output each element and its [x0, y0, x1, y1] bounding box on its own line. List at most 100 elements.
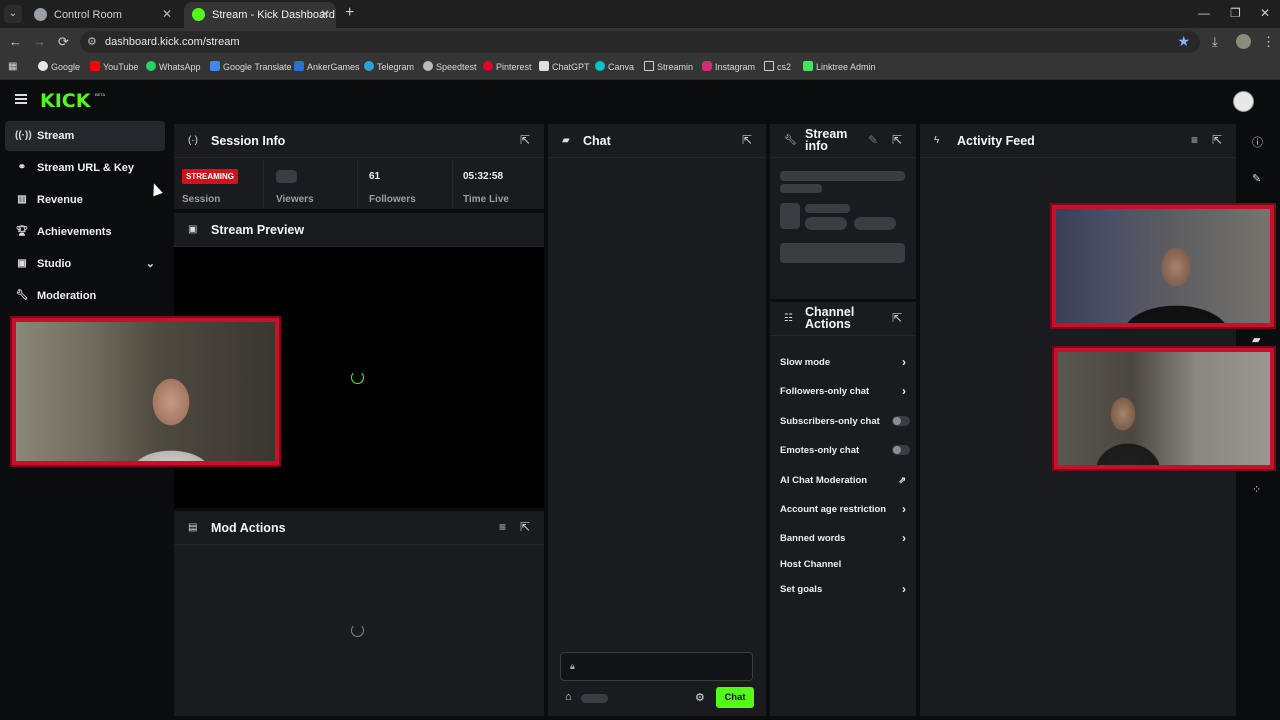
bookmark-chatgpt[interactable]: ChatGPT: [539, 61, 590, 72]
panel-title: Chat: [583, 134, 611, 148]
emotes-only-toggle[interactable]: [892, 445, 910, 455]
bookmark-star-icon[interactable]: ★: [1177, 33, 1190, 50]
address-bar[interactable]: ⚙ dashboard.kick.com/stream ★: [80, 31, 1200, 53]
chevron-right-icon: ›: [902, 355, 906, 369]
video-icon: ▣: [188, 224, 198, 235]
webcam-overlay-bottom-right: [1054, 348, 1274, 469]
chat-bubble-icon[interactable]: ▰: [1252, 333, 1260, 346]
new-tab-icon[interactable]: +: [345, 4, 354, 22]
sidebar-item-achievements[interactable]: 🏆︎ Achievements: [5, 217, 165, 247]
expand-icon[interactable]: ⇱: [520, 520, 530, 534]
panel-title: Stream info: [805, 127, 848, 153]
minimize-icon[interactable]: —: [1198, 6, 1210, 20]
bookmark-youtube[interactable]: YouTube: [90, 61, 138, 72]
stat-followers: 61 Followers: [361, 159, 453, 209]
expand-icon[interactable]: ⇱: [1212, 133, 1222, 147]
bookmark-google-translate[interactable]: Google Translate: [210, 61, 292, 72]
bookmark-speedtest[interactable]: Speedtest: [423, 61, 477, 72]
folder-icon: [764, 61, 774, 71]
stat-value: 05:32:58: [463, 171, 504, 182]
sidebar-item-label: Achievements: [37, 226, 112, 238]
edit-pencil-icon[interactable]: ✎: [1252, 172, 1261, 185]
channel-action-set-goals[interactable]: Set goals ›: [780, 582, 906, 596]
filter-icon[interactable]: ≡: [1191, 133, 1198, 147]
sidebar-item-stream[interactable]: ((·)) Stream: [5, 121, 165, 151]
sidebar-item-studio[interactable]: ▣ Studio ⌄: [5, 249, 165, 279]
loading-spinner-icon: [351, 371, 364, 384]
channel-action-ai-moderation[interactable]: AI Chat Moderation ⇗: [780, 475, 906, 486]
chat-settings-gear-icon[interactable]: ⚙: [695, 691, 705, 704]
close-tab-icon[interactable]: ✕: [320, 7, 330, 21]
info-icon[interactable]: ⓘ: [1252, 134, 1263, 150]
download-icon[interactable]: ⤓: [1212, 34, 1218, 50]
bookmark-linktree-admin[interactable]: Linktree Admin: [803, 61, 876, 72]
bookmark-folder-cs2[interactable]: cs2: [764, 61, 791, 72]
panel-title: Session Info: [211, 134, 286, 148]
lock-icon: 🔒︎: [570, 661, 575, 671]
channel-action-host-channel[interactable]: Host Channel: [780, 559, 906, 570]
panel-header: 🔧︎ Stream info ✎ ⇱: [770, 124, 916, 158]
bookmark-telegram[interactable]: Telegram: [364, 61, 414, 72]
sidebar-item-stream-url-key[interactable]: ⚭ Stream URL & Key: [5, 153, 165, 183]
sidebar-item-revenue[interactable]: ▥ Revenue: [5, 185, 165, 215]
user-avatar[interactable]: [1233, 91, 1254, 112]
channel-actions-panel: ☷ Channel Actions ⇱ Slow mode › Follower…: [770, 302, 916, 716]
forward-icon[interactable]: →: [33, 34, 46, 49]
reload-icon[interactable]: ⟳: [58, 34, 69, 50]
bookmark-folder-streamin[interactable]: Streamin: [644, 61, 693, 72]
subscribers-only-toggle[interactable]: [892, 416, 910, 426]
speedtest-icon: [423, 61, 433, 71]
app-header: [0, 80, 1280, 120]
chevron-down-icon[interactable]: ⌄: [146, 257, 155, 270]
channel-action-account-age[interactable]: Account age restriction ›: [780, 502, 906, 516]
bookmark-instagram[interactable]: Instagram: [702, 61, 755, 72]
tab-search-icon[interactable]: ⌄: [4, 5, 22, 23]
channel-action-followers-only[interactable]: Followers-only chat ›: [780, 384, 906, 398]
filter-icon[interactable]: ≡: [499, 520, 506, 534]
expand-icon[interactable]: ⇱: [892, 311, 902, 325]
browser-tab-control-room[interactable]: Control Room ✕: [26, 2, 178, 28]
chat-message-input[interactable]: 🔒︎: [560, 652, 753, 681]
panel-title: Mod Actions: [211, 521, 286, 535]
close-window-icon[interactable]: ✕: [1260, 6, 1270, 20]
channel-action-emotes-only[interactable]: Emotes-only chat: [780, 445, 910, 456]
store-icon[interactable]: ⌂: [565, 691, 572, 703]
sidebar-item-label: Stream URL & Key: [37, 162, 134, 174]
site-info-icon[interactable]: ⚙: [87, 35, 97, 48]
bookmark-canva[interactable]: Canva: [595, 61, 634, 72]
channel-action-slow-mode[interactable]: Slow mode ›: [780, 355, 906, 369]
panel-header: ▰ Chat ⇱: [548, 124, 766, 158]
browser-profile-avatar[interactable]: [1236, 34, 1251, 49]
hamburger-menu-icon[interactable]: [15, 94, 27, 104]
apps-icon[interactable]: ⁘: [1252, 483, 1261, 496]
send-chat-button[interactable]: Chat: [716, 687, 754, 708]
chat-panel: ▰ Chat ⇱: [548, 124, 766, 716]
tag-placeholder: [854, 217, 896, 230]
bookmark-whatsapp[interactable]: WhatsApp: [146, 61, 201, 72]
channel-action-subscribers-only[interactable]: Subscribers-only chat: [780, 416, 910, 427]
kick-favicon-icon: [192, 8, 205, 21]
channel-action-banned-words[interactable]: Banned words ›: [780, 531, 906, 545]
browser-tab-kick-dashboard[interactable]: Stream - Kick Dashboard ✕: [184, 2, 336, 28]
bookmark-pinterest[interactable]: Pinterest: [483, 61, 532, 72]
chat-bubble-icon: ▰: [562, 135, 570, 146]
bookmark-ankergames[interactable]: AnkerGames: [294, 61, 360, 72]
expand-icon[interactable]: ⇱: [742, 133, 752, 147]
browser-menu-icon[interactable]: ⋮: [1262, 34, 1275, 50]
sidebar-item-moderation[interactable]: 🔧︎ Moderation: [5, 281, 165, 311]
panel-header: ϟ Activity Feed ≡ ⇱: [920, 124, 1236, 158]
stat-label: Session: [182, 194, 221, 205]
chevron-right-icon: ›: [902, 384, 906, 398]
kick-logo[interactable]: KICK: [40, 90, 90, 112]
edit-pencil-icon[interactable]: ✎: [868, 133, 878, 147]
apps-grid-icon[interactable]: ▦: [8, 61, 17, 72]
maximize-icon[interactable]: ❐: [1230, 6, 1241, 20]
studio-icon: ▣: [17, 258, 27, 269]
browser-toolbar: ← → ⟳ ⚙ dashboard.kick.com/stream ★ ⤓ ⋮: [0, 28, 1280, 56]
expand-icon[interactable]: ⇱: [520, 133, 530, 147]
back-icon[interactable]: ←: [9, 34, 22, 49]
sidebar-item-label: Moderation: [37, 290, 97, 302]
expand-icon[interactable]: ⇱: [892, 133, 902, 147]
close-tab-icon[interactable]: ✕: [162, 7, 172, 21]
bookmark-google[interactable]: Google: [38, 61, 80, 72]
